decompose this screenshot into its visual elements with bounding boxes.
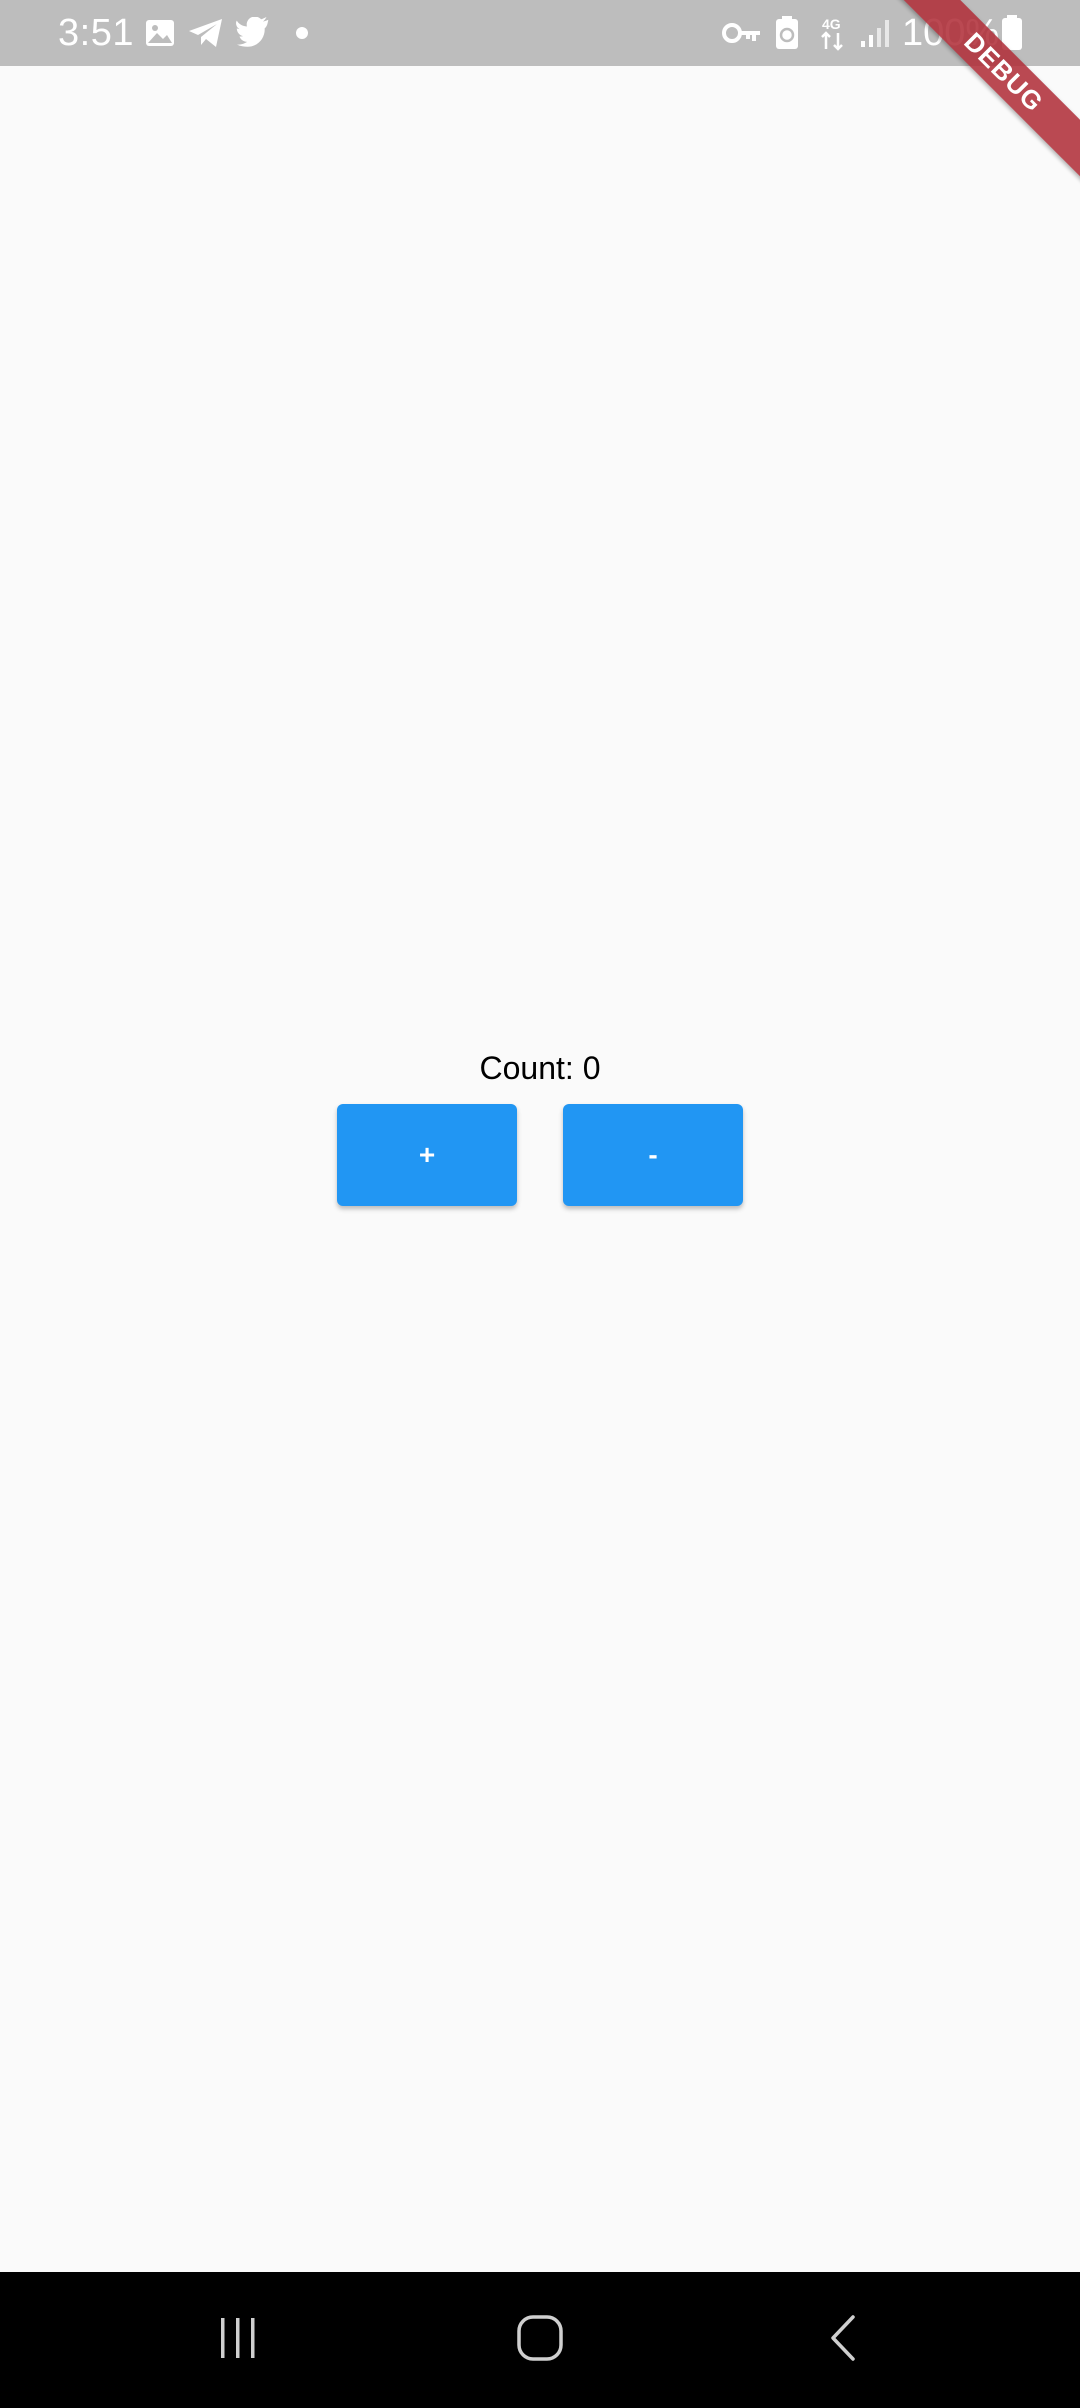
- battery-icon: [1000, 15, 1024, 51]
- recents-button[interactable]: [193, 2300, 283, 2380]
- recents-icon: [213, 2316, 263, 2365]
- decrement-button[interactable]: -: [563, 1104, 743, 1206]
- vpn-key-icon: [722, 15, 762, 51]
- twitter-notification-icon: [234, 15, 274, 51]
- gallery-notification-icon: [142, 15, 178, 51]
- back-button[interactable]: [798, 2300, 888, 2380]
- home-button[interactable]: [495, 2300, 585, 2380]
- navigation-bar: [0, 2272, 1080, 2408]
- home-icon: [515, 2313, 565, 2368]
- count-label: Count: 0: [479, 1050, 601, 1086]
- more-notifications-dot-icon: [292, 15, 312, 51]
- signal-strength-icon: [858, 15, 892, 51]
- battery-saver-icon: [772, 15, 802, 51]
- telegram-notification-icon: [186, 15, 226, 51]
- status-time: 3:51: [58, 12, 134, 54]
- counter-section: Count: 0 + -: [0, 1044, 1080, 1206]
- svg-text:4G: 4G: [822, 16, 841, 32]
- counter-button-row: + -: [337, 1104, 743, 1206]
- back-icon: [823, 2313, 863, 2368]
- status-bar: 3:51 4G 100%: [0, 0, 1080, 66]
- increment-button[interactable]: +: [337, 1104, 517, 1206]
- mobile-data-4g-icon: 4G: [818, 15, 848, 51]
- battery-percentage: 100%: [902, 12, 1000, 54]
- app-screen: 3:51 4G 100% DEBUG Count: 0 + -: [0, 0, 1080, 2408]
